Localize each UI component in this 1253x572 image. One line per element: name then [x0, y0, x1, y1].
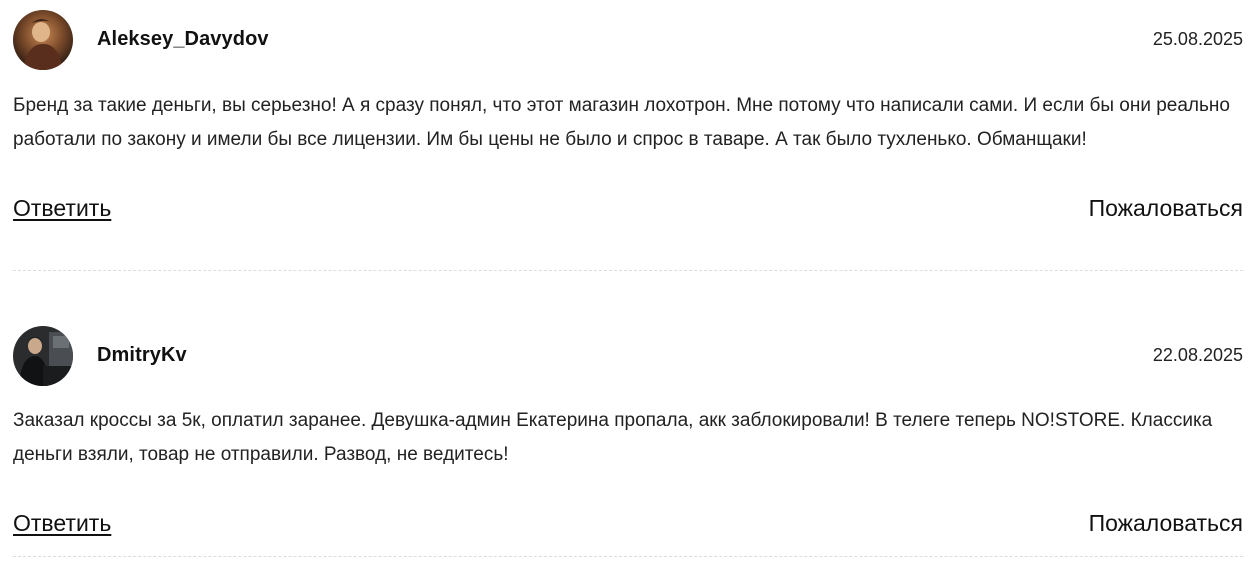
reply-link[interactable]: Ответить [13, 510, 111, 537]
comment-text: Бренд за такие деньги, вы серьезно! А я … [13, 95, 1230, 150]
comment-actions: Ответить Пожаловаться [13, 510, 1243, 540]
comments-list: Aleksey_Davydov 25.08.2025 Бренд за таки… [0, 0, 1253, 572]
avatar[interactable] [13, 326, 73, 386]
comment-author: Aleksey_Davydov [97, 28, 269, 50]
report-link[interactable]: Пожаловаться [1089, 510, 1243, 537]
comment-date: 25.08.2025 [1152, 29, 1243, 49]
divider [13, 556, 1243, 557]
comment-author: DmitryKv [97, 344, 187, 366]
comment-header: DmitryKv 22.08.2025 [13, 326, 1243, 386]
comment-header: Aleksey_Davydov 25.08.2025 [13, 10, 1243, 70]
comment-item: DmitryKv 22.08.2025 Заказал кроссы за 5к… [13, 326, 1243, 557]
avatar[interactable] [13, 10, 73, 70]
report-link[interactable]: Пожаловаться [1089, 195, 1243, 222]
comment-date: 22.08.2025 [1152, 345, 1243, 365]
comment-text: Заказал кроссы за 5к, оплатил заранее. Д… [13, 410, 1213, 465]
divider [13, 270, 1243, 271]
comment-actions: Ответить Пожаловаться [13, 195, 1243, 225]
comment-item: Aleksey_Davydov 25.08.2025 Бренд за таки… [13, 10, 1243, 271]
reply-link[interactable]: Ответить [13, 195, 111, 222]
